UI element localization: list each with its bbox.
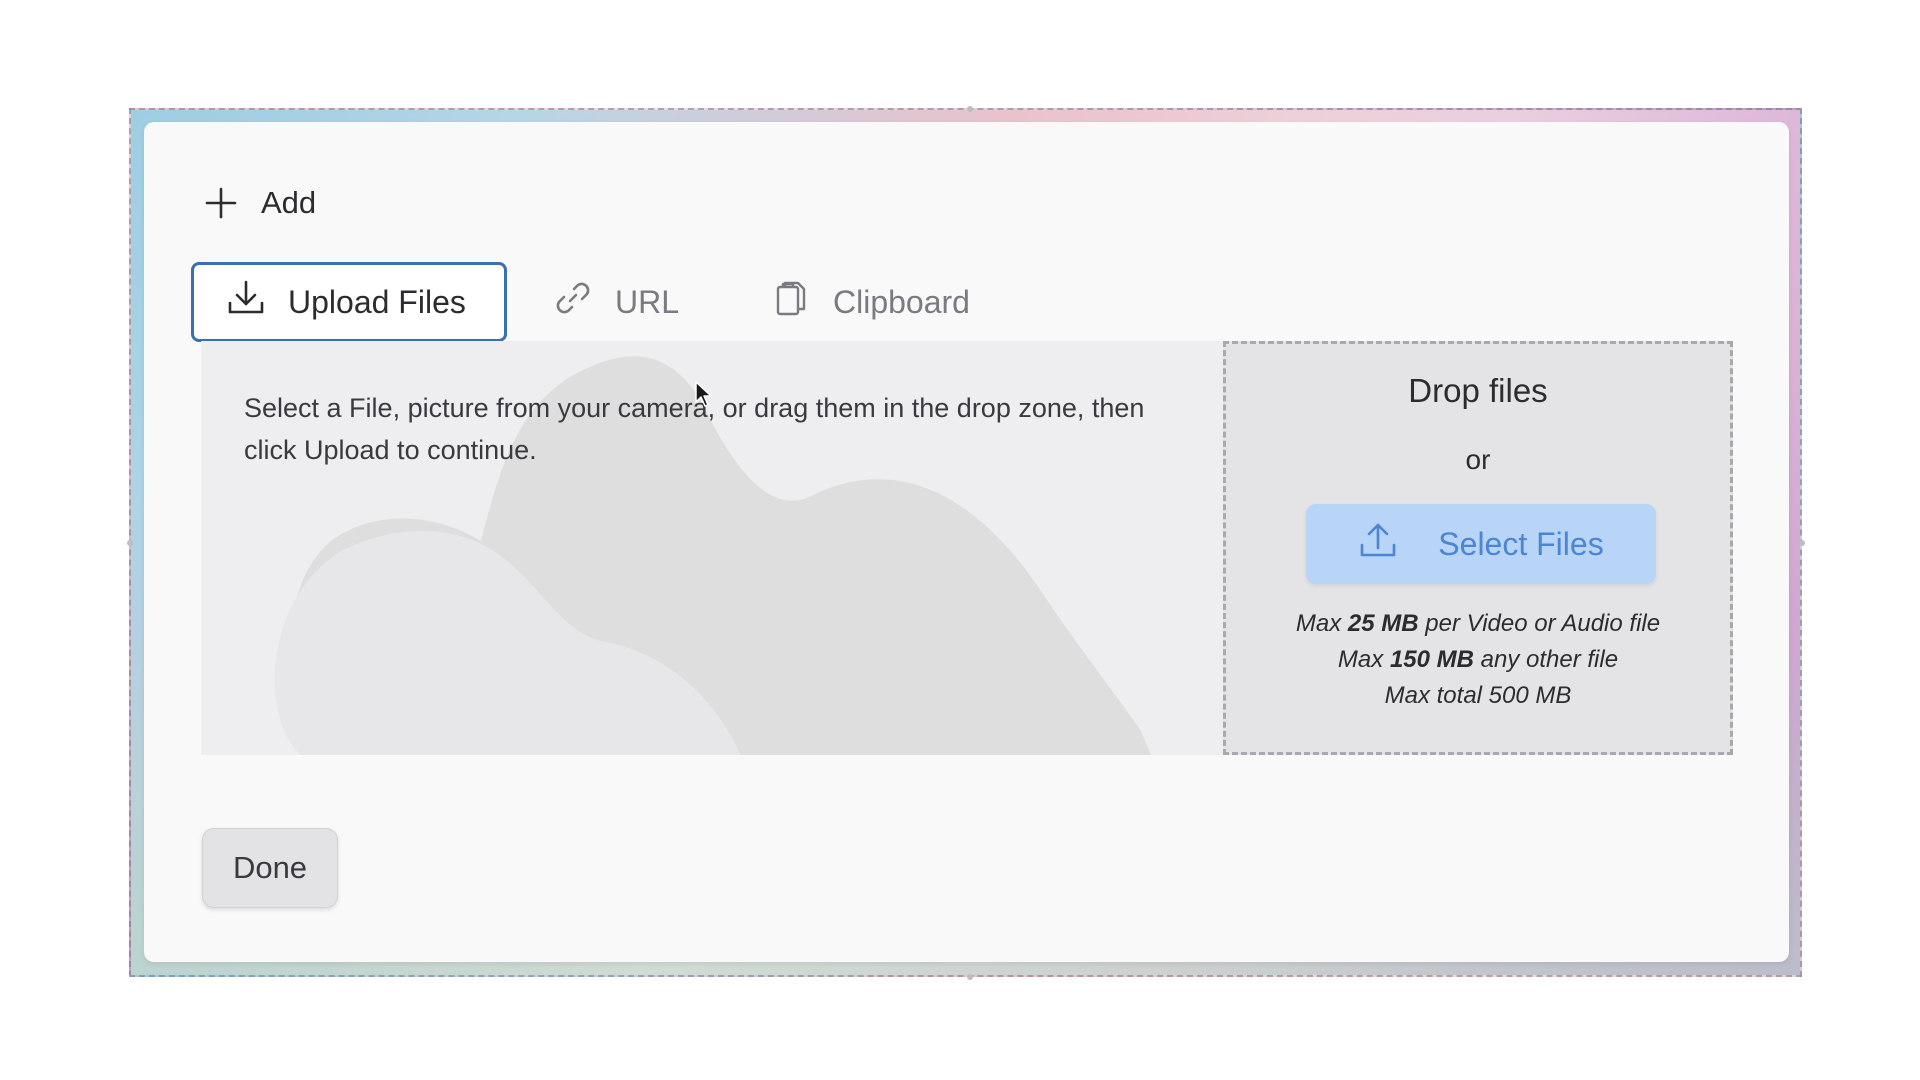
tab-upload-files[interactable]: Upload Files [191, 262, 507, 342]
link-icon [553, 278, 593, 326]
tab-upload-files-label: Upload Files [288, 283, 466, 320]
limit-other: Max 150 MB any other file [1337, 646, 1619, 673]
select-files-button[interactable]: Select Files [1306, 504, 1656, 584]
drop-zone[interactable]: Drop files or Select Files Max 25 MB per… [1223, 341, 1733, 755]
upload-icon [1358, 520, 1398, 568]
tab-clipboard-label: Clipboard [833, 283, 970, 320]
limit-video-audio: Max 25 MB per Video or Audio file [1295, 610, 1661, 637]
tab-url[interactable]: URL [523, 262, 733, 342]
download-icon [226, 278, 266, 326]
tab-clipboard[interactable]: Clipboard [741, 262, 1000, 342]
select-files-label: Select Files [1438, 525, 1604, 562]
upload-limits: Max 25 MB per Video or Audio file Max 15… [1226, 606, 1730, 714]
resize-handle-left[interactable] [127, 540, 133, 546]
plus-icon [205, 187, 237, 219]
done-button[interactable]: Done [202, 828, 338, 908]
resize-handle-top[interactable] [967, 106, 973, 112]
mouse-cursor-icon [694, 380, 714, 413]
resize-handle-bottom[interactable] [967, 974, 973, 980]
drop-title: Drop files [1408, 372, 1548, 409]
add-header: Add [205, 183, 316, 223]
add-label: Add [261, 185, 317, 220]
clipboard-icon [771, 278, 811, 326]
resize-handle-right[interactable] [1799, 540, 1805, 546]
drop-or-text: or [1465, 444, 1491, 475]
tab-url-label: URL [615, 283, 680, 320]
source-tabs: Upload Files URL Clipboard [191, 260, 1000, 344]
limit-total: Max total 500 MB [1384, 682, 1572, 709]
